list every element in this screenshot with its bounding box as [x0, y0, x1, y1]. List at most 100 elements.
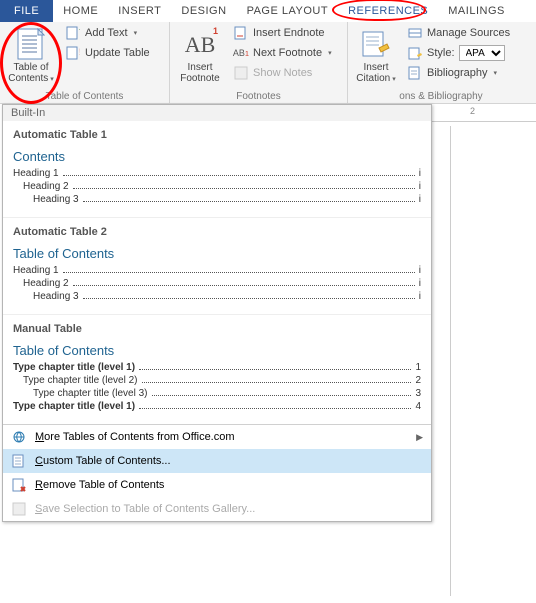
- toc-dropdown: Built-In Automatic Table 1 Contents Head…: [2, 104, 432, 522]
- chevron-down-icon: ▾: [392, 76, 396, 83]
- add-text-button[interactable]: + Add Text ▾: [61, 24, 154, 42]
- ribbon-group-toc: Table of Contents▾ + Add Text▾ ! Update …: [0, 22, 170, 104]
- manual-r1: Type chapter title (level 1): [13, 362, 135, 373]
- manage-sources-icon: [407, 25, 423, 41]
- insert-endnote-button[interactable]: Insert Endnote: [229, 24, 336, 42]
- bibliography-label: Bibliography: [427, 67, 488, 79]
- auto1-p1: i: [419, 168, 421, 179]
- auto2-p1: i: [419, 265, 421, 276]
- more-toc-office-com[interactable]: More Tables of Contents from Office.com …: [3, 425, 431, 449]
- dropdown-section-builtin: Built-In: [3, 105, 431, 121]
- chevron-down-icon: ▾: [328, 49, 332, 57]
- ruler-mark-2: 2: [470, 106, 475, 116]
- submenu-arrow-icon: ▶: [416, 432, 423, 443]
- add-text-icon: +: [65, 25, 81, 41]
- manual-r3: Type chapter title (level 3): [33, 388, 148, 399]
- chevron-down-icon: ▾: [494, 69, 498, 77]
- tab-references[interactable]: REFERENCES: [338, 0, 438, 22]
- insert-citation-icon: [360, 28, 392, 60]
- style-select[interactable]: APA: [459, 45, 505, 61]
- gallery-auto1-title: Automatic Table 1: [13, 129, 421, 141]
- tab-home[interactable]: HOME: [53, 0, 108, 22]
- manage-sources-label: Manage Sources: [427, 27, 510, 39]
- bibliography-icon: [407, 65, 423, 81]
- ribbon-group-footnotes: AB 1 Insert Footnote Insert Endnote AB1 …: [170, 22, 348, 104]
- insert-citation-label1: Insert: [363, 62, 388, 73]
- remove-toc-label: Remove Table of Contents: [35, 479, 164, 491]
- svg-text:+: +: [79, 26, 80, 34]
- gallery-manual-table[interactable]: Manual Table Table of Contents Type chap…: [3, 315, 431, 424]
- auto1-h2: Heading 2: [23, 181, 69, 192]
- next-footnote-icon: AB1: [233, 45, 249, 61]
- group-label-toc: Table of Contents: [4, 91, 165, 104]
- ribbon-tabs: FILE HOME INSERT DESIGN PAGE LAYOUT REFE…: [0, 0, 536, 22]
- insert-footnote-icon: AB 1: [184, 28, 216, 60]
- next-footnote-label: Next Footnote: [253, 47, 322, 59]
- chevron-down-icon: ▾: [134, 29, 138, 37]
- style-label: Style:: [427, 47, 455, 59]
- auto2-h1: Heading 1: [13, 265, 59, 276]
- save-selection-gallery: Save Selection to Table of Contents Gall…: [3, 497, 431, 521]
- auto2-h2: Heading 2: [23, 278, 69, 289]
- auto2-h3: Heading 3: [33, 291, 79, 302]
- chevron-down-icon: ▾: [50, 76, 54, 83]
- tab-design[interactable]: DESIGN: [171, 0, 236, 22]
- auto1-p2: i: [419, 181, 421, 192]
- update-table-icon: !: [65, 45, 81, 61]
- insert-citation-button[interactable]: Insert Citation▾: [352, 24, 400, 85]
- manual-r4: Type chapter title (level 1): [13, 401, 135, 412]
- gallery-automatic-table-1[interactable]: Automatic Table 1 Contents Heading 1i He…: [3, 121, 431, 218]
- style-selector[interactable]: Style: APA: [403, 44, 514, 62]
- auto2-p3: i: [419, 291, 421, 302]
- tab-file[interactable]: FILE: [0, 0, 53, 22]
- table-of-contents-icon: [15, 28, 47, 60]
- update-table-label: Update Table: [85, 47, 150, 59]
- style-icon: [407, 45, 423, 61]
- show-notes-icon: [233, 65, 249, 81]
- insert-citation-label2: Citation: [356, 73, 390, 84]
- remove-toc-icon: [11, 477, 27, 493]
- custom-toc-icon: [11, 453, 27, 469]
- table-of-contents-button[interactable]: Table of Contents▾: [4, 24, 58, 85]
- tab-mailings[interactable]: MAILINGS: [438, 0, 515, 22]
- custom-toc[interactable]: Custom Table of Contents...: [3, 449, 431, 473]
- manual-p1: 1: [415, 362, 421, 373]
- auto1-p3: i: [419, 194, 421, 205]
- insert-endnote-icon: [233, 25, 249, 41]
- insert-footnote-button[interactable]: AB 1 Insert Footnote: [174, 24, 226, 84]
- save-gallery-label: Save Selection to Table of Contents Gall…: [35, 503, 255, 515]
- custom-toc-label: Custom Table of Contents...: [35, 455, 171, 467]
- show-notes-label: Show Notes: [253, 67, 312, 79]
- manual-p3: 3: [415, 388, 421, 399]
- gallery-auto2-preview-title: Table of Contents: [13, 246, 421, 261]
- gallery-auto2-title: Automatic Table 2: [13, 226, 421, 238]
- save-gallery-icon: [11, 501, 27, 517]
- bibliography-button[interactable]: Bibliography ▾: [403, 64, 514, 82]
- gallery-manual-preview-title: Table of Contents: [13, 343, 421, 358]
- ribbon-group-citations: Insert Citation▾ Manage Sources Style:: [348, 22, 534, 104]
- toc-label-line2: Contents: [8, 73, 48, 84]
- group-label-footnotes: Footnotes: [174, 91, 343, 104]
- document-page: [450, 126, 536, 596]
- add-text-label: Add Text: [85, 27, 128, 39]
- update-table-button[interactable]: ! Update Table: [61, 44, 154, 62]
- next-footnote-button[interactable]: AB1 Next Footnote ▾: [229, 44, 336, 62]
- more-toc-label: More Tables of Contents from Office.com: [35, 431, 235, 443]
- manual-r2: Type chapter title (level 2): [23, 375, 138, 386]
- manual-p2: 2: [415, 375, 421, 386]
- group-label-citations: ons & Bibliography: [352, 91, 530, 104]
- ribbon: Table of Contents▾ + Add Text▾ ! Update …: [0, 22, 536, 104]
- gallery-automatic-table-2[interactable]: Automatic Table 2 Table of Contents Head…: [3, 218, 431, 315]
- svg-text:!: !: [79, 47, 80, 57]
- tab-insert[interactable]: INSERT: [108, 0, 171, 22]
- tab-references-label: REFERENCES: [348, 5, 428, 17]
- show-notes-button: Show Notes: [229, 64, 336, 82]
- remove-toc[interactable]: Remove Table of Contents: [3, 473, 431, 497]
- gallery-auto1-preview-title: Contents: [13, 149, 421, 164]
- gallery-manual-title: Manual Table: [13, 323, 421, 335]
- auto2-p2: i: [419, 278, 421, 289]
- insert-endnote-label: Insert Endnote: [253, 27, 325, 39]
- tab-page-layout[interactable]: PAGE LAYOUT: [237, 0, 339, 22]
- insert-footnote-label1: Insert: [187, 62, 212, 73]
- manage-sources-button[interactable]: Manage Sources: [403, 24, 514, 42]
